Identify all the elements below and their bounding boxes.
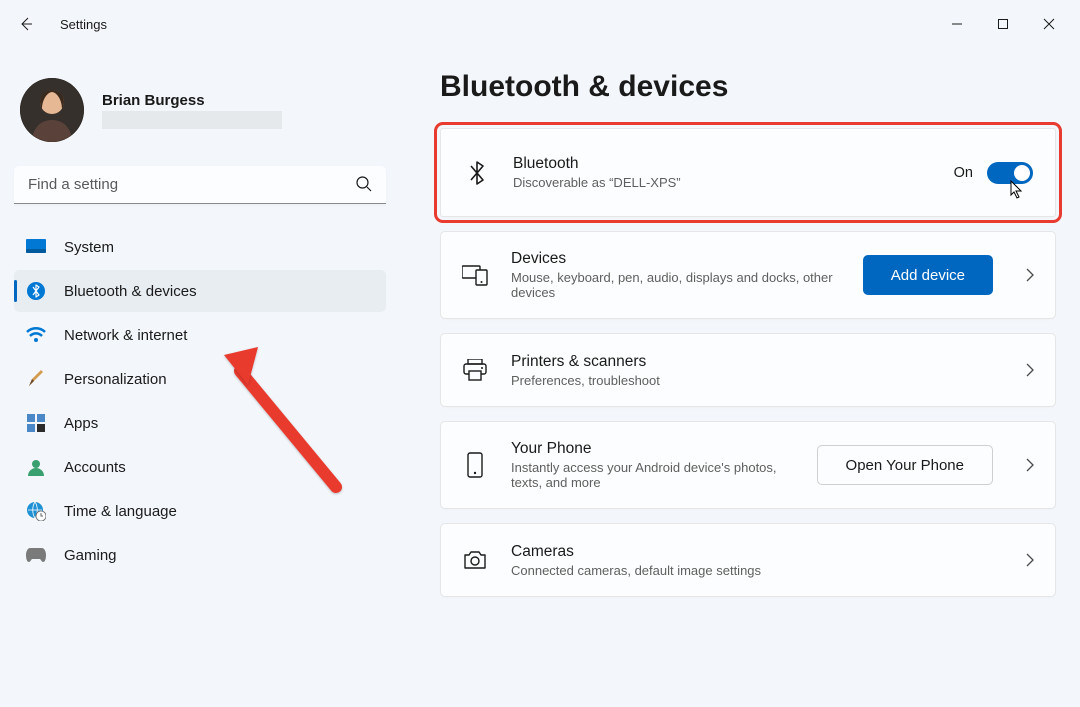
system-icon: [26, 237, 46, 257]
add-device-button[interactable]: Add device: [863, 255, 993, 295]
open-your-phone-button[interactable]: Open Your Phone: [817, 445, 993, 485]
card-subtitle: Instantly access your Android device's p…: [511, 460, 795, 490]
wifi-icon: [26, 325, 46, 345]
minimize-button[interactable]: [934, 8, 980, 40]
maximize-icon: [997, 18, 1009, 30]
bluetooth-toggle[interactable]: [987, 162, 1033, 184]
globe-clock-icon: [26, 501, 46, 521]
card-title: Bluetooth: [513, 155, 932, 173]
phone-icon: [461, 452, 489, 478]
back-button[interactable]: [12, 10, 40, 38]
search-input[interactable]: [14, 166, 386, 204]
card-subtitle: Preferences, troubleshoot: [511, 373, 993, 388]
card-printers[interactable]: Printers & scanners Preferences, trouble…: [440, 333, 1056, 407]
sidebar-item-system[interactable]: System: [14, 226, 386, 268]
card-devices[interactable]: Devices Mouse, keyboard, pen, audio, dis…: [440, 231, 1056, 319]
sidebar-item-bluetooth[interactable]: Bluetooth & devices: [14, 270, 386, 312]
card-cameras[interactable]: Cameras Connected cameras, default image…: [440, 523, 1056, 597]
chevron-right-icon: [1025, 552, 1035, 568]
card-your-phone[interactable]: Your Phone Instantly access your Android…: [440, 421, 1056, 509]
card-subtitle: Mouse, keyboard, pen, audio, displays an…: [511, 270, 841, 300]
gaming-icon: [26, 545, 46, 565]
chevron-right-icon: [1025, 267, 1035, 283]
sidebar-item-label: System: [64, 239, 114, 256]
card-title: Devices: [511, 250, 841, 268]
sidebar-item-network[interactable]: Network & internet: [14, 314, 386, 356]
nav-list: System Bluetooth & devices Network & int…: [14, 226, 386, 576]
chevron-right-icon: [1025, 457, 1035, 473]
toggle-label: On: [954, 165, 973, 181]
sidebar-item-label: Time & language: [64, 503, 177, 520]
card-title: Printers & scanners: [511, 353, 993, 371]
printer-icon: [461, 359, 489, 381]
sidebar-item-gaming[interactable]: Gaming: [14, 534, 386, 576]
paintbrush-icon: [26, 369, 46, 389]
sidebar-item-time[interactable]: Time & language: [14, 490, 386, 532]
card-title: Cameras: [511, 543, 993, 561]
sidebar-item-apps[interactable]: Apps: [14, 402, 386, 444]
minimize-icon: [951, 18, 963, 30]
user-name: Brian Burgess: [102, 92, 282, 109]
card-title: Your Phone: [511, 440, 795, 458]
sidebar-item-label: Gaming: [64, 547, 117, 564]
sidebar-item-label: Bluetooth & devices: [64, 283, 197, 300]
arrow-left-icon: [18, 16, 34, 32]
maximize-button[interactable]: [980, 8, 1026, 40]
close-button[interactable]: [1026, 8, 1072, 40]
card-subtitle: Discoverable as “DELL-XPS”: [513, 175, 932, 190]
sidebar: Brian Burgess System Bluetooth & devices…: [0, 48, 400, 707]
page-title: Bluetooth & devices: [440, 70, 1056, 104]
bluetooth-icon: [26, 281, 46, 301]
app-title: Settings: [60, 17, 107, 32]
title-bar: Settings: [0, 0, 1080, 48]
close-icon: [1043, 18, 1055, 30]
camera-icon: [461, 550, 489, 570]
sidebar-item-personalization[interactable]: Personalization: [14, 358, 386, 400]
user-profile[interactable]: Brian Burgess: [14, 60, 386, 166]
chevron-right-icon: [1025, 362, 1035, 378]
search-icon: [354, 174, 374, 194]
sidebar-item-label: Apps: [64, 415, 98, 432]
devices-icon: [461, 264, 489, 286]
search-box[interactable]: [14, 166, 386, 204]
card-subtitle: Connected cameras, default image setting…: [511, 563, 993, 578]
accounts-icon: [26, 457, 46, 477]
user-email-redacted: [102, 111, 282, 129]
sidebar-item-label: Personalization: [64, 371, 167, 388]
sidebar-item-label: Accounts: [64, 459, 126, 476]
window-controls: [934, 8, 1072, 40]
sidebar-item-label: Network & internet: [64, 327, 187, 344]
main-content: Bluetooth & devices Bluetooth Discoverab…: [400, 48, 1080, 707]
avatar: [20, 78, 84, 142]
card-bluetooth[interactable]: Bluetooth Discoverable as “DELL-XPS” On: [440, 128, 1056, 217]
apps-icon: [26, 413, 46, 433]
bluetooth-icon: [463, 160, 491, 186]
sidebar-item-accounts[interactable]: Accounts: [14, 446, 386, 488]
